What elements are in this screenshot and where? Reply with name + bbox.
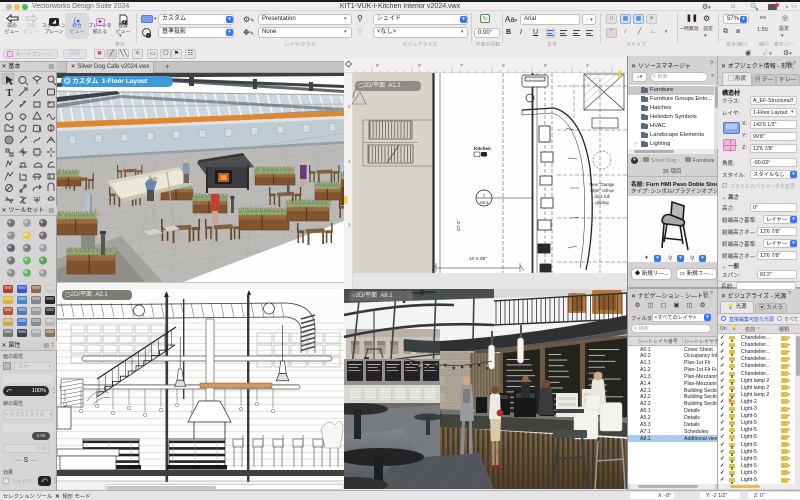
svg-text:T: T (6, 88, 13, 99)
svg-text:9': 9' (376, 63, 380, 68)
svg-text:glazing: glazing (595, 200, 609, 205)
svg-text:42'-3": 42'-3" (456, 220, 461, 231)
svg-text:door full: door full (595, 194, 610, 199)
svg-text:4': 4' (586, 63, 590, 68)
svg-text:6': 6' (502, 63, 506, 68)
svg-text:A5.1: A5.1 (480, 200, 489, 205)
svg-text:14'-4 3/8": 14'-4 3/8" (469, 256, 487, 261)
svg-text:5': 5' (544, 63, 548, 68)
svg-text:Kitchen: Kitchen (474, 146, 491, 151)
svg-text:7': 7' (460, 63, 464, 68)
svg-text:8': 8' (418, 63, 422, 68)
svg-text:Style" roll-up: Style" roll-up (590, 188, 614, 193)
svg-text:New "Garage: New "Garage (590, 182, 616, 187)
